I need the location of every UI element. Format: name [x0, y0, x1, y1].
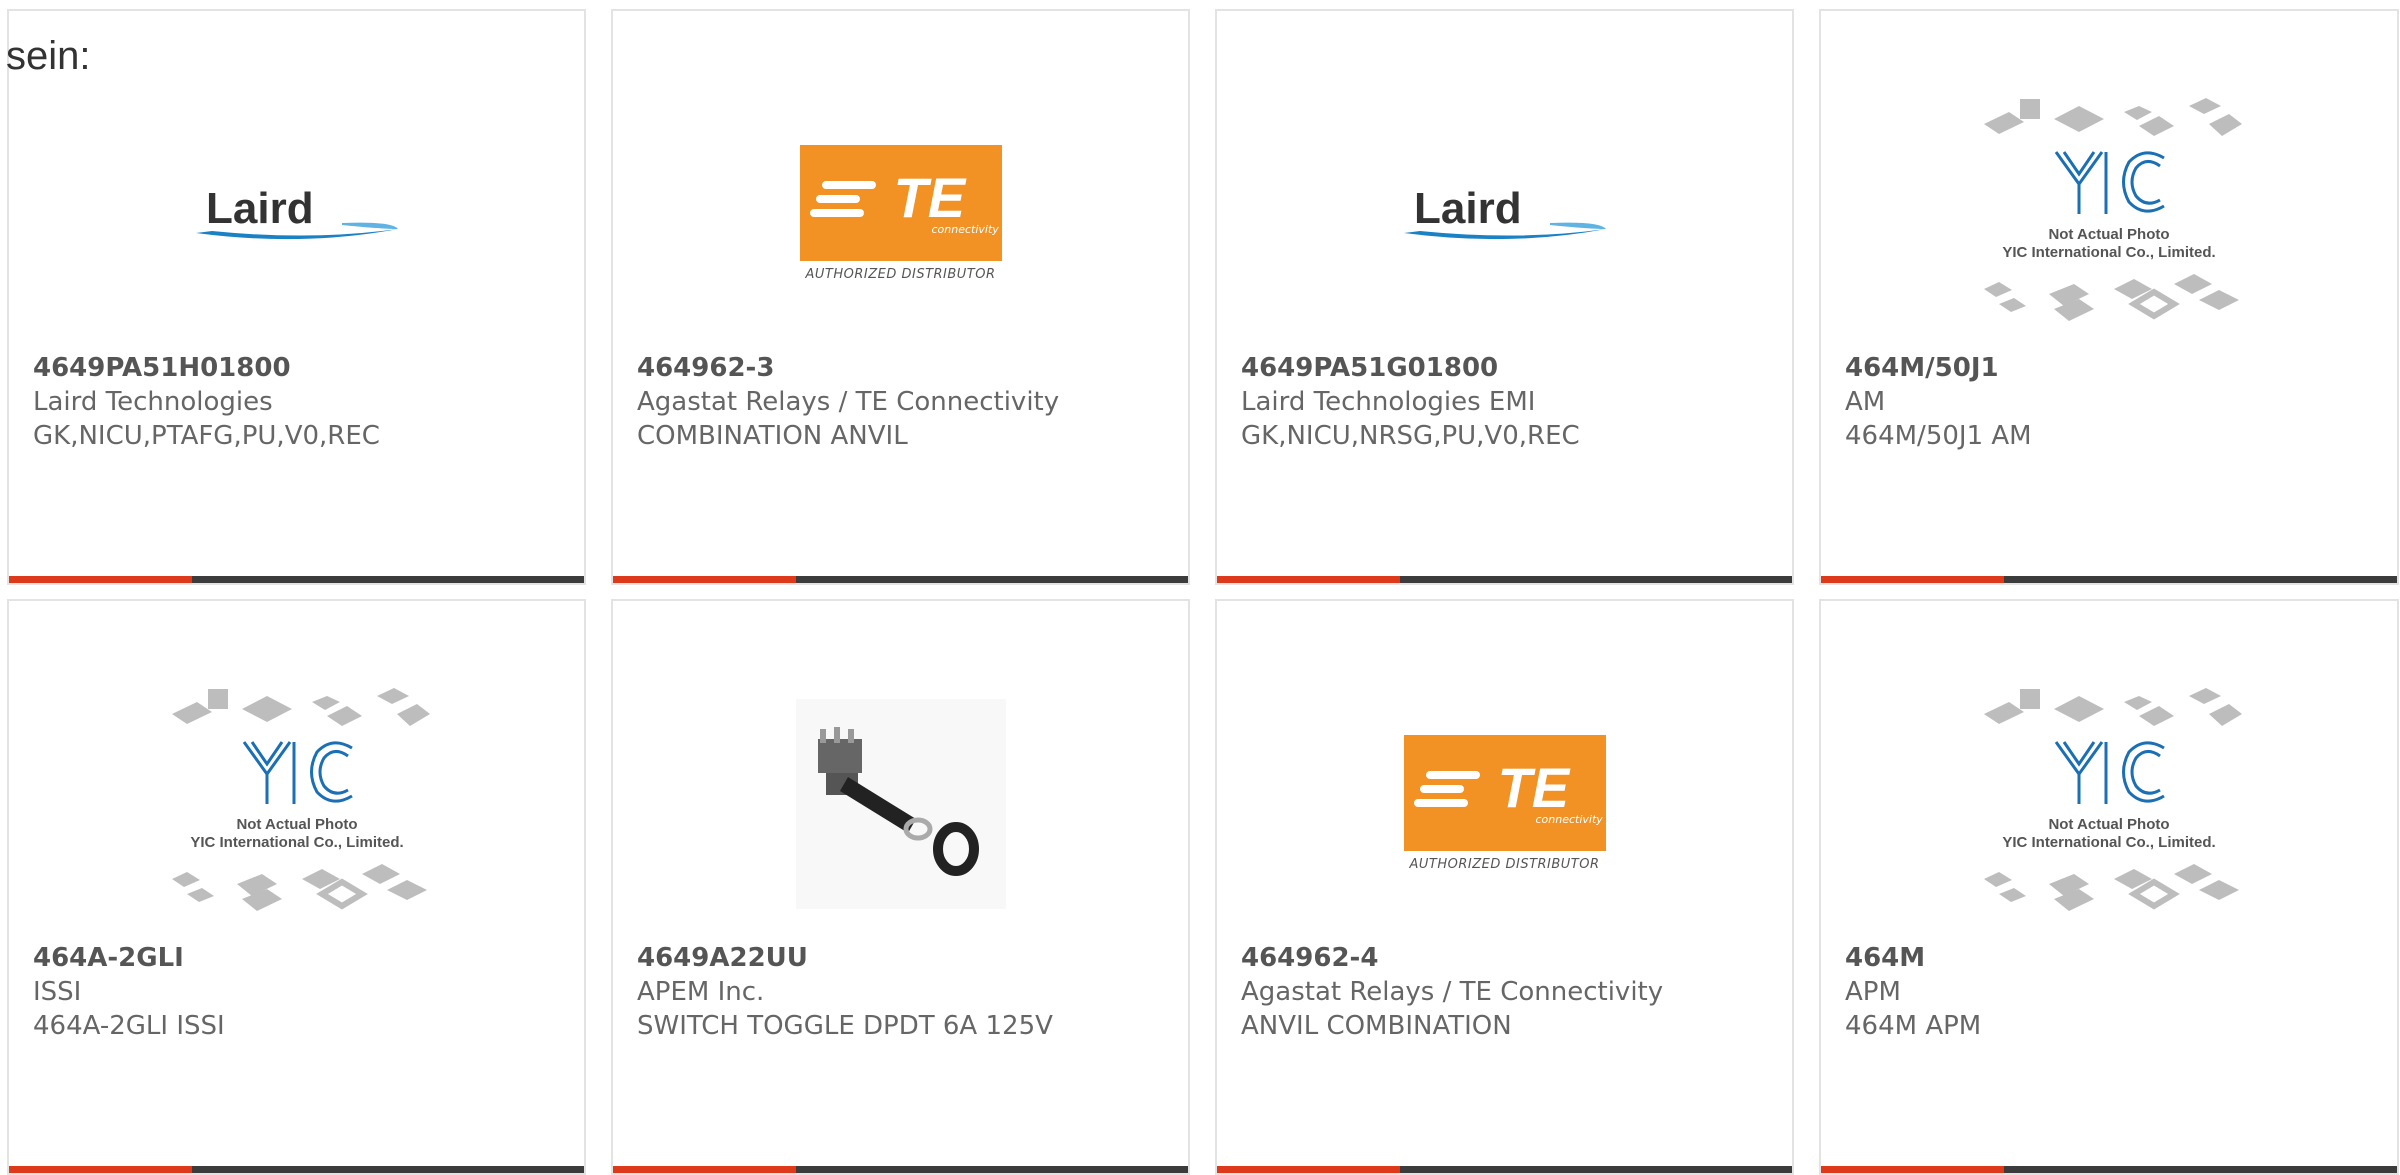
- card-bottom-bar: [613, 576, 1188, 583]
- product-card[interactable]: TE connectivity AUTHORIZED DISTRIBUTOR 4…: [1215, 599, 1794, 1175]
- card-bottom-bar: [1217, 1166, 1792, 1173]
- svg-text:Not Actual Photo: Not Actual Photo: [2048, 226, 2169, 243]
- card-accent-bar: [9, 576, 192, 583]
- laird-logo-text: Laird: [1414, 184, 1522, 233]
- manufacturer: APM: [1845, 977, 1901, 1007]
- product-card[interactable]: TE connectivity AUTHORIZED DISTRIBUTOR 4…: [611, 9, 1190, 585]
- laird-logo: Laird: [192, 181, 402, 251]
- manufacturer: Laird Technologies: [33, 387, 273, 417]
- description: GK,NICU,PTAFG,PU,V0,REC: [33, 421, 380, 451]
- card-accent-bar: [9, 1166, 192, 1173]
- laird-logo: Laird: [1400, 181, 1610, 251]
- svg-text:Not Actual Photo: Not Actual Photo: [2048, 816, 2169, 833]
- card-accent-bar: [1821, 576, 2004, 583]
- product-card[interactable]: Laird 4649PA51H01800 Laird Technologies …: [7, 9, 586, 585]
- product-grid: Laird 4649PA51H01800 Laird Technologies …: [7, 9, 2399, 1175]
- toggle-switch-photo: [795, 699, 1006, 913]
- card-bottom-bar: [9, 1166, 584, 1173]
- part-number[interactable]: 464962-4: [1241, 941, 1776, 975]
- card-bottom-bar: [613, 1166, 1188, 1173]
- svg-text:YIC International Co., Limited: YIC International Co., Limited.: [2002, 834, 2215, 851]
- card-accent-bar: [1821, 1166, 2004, 1173]
- part-number[interactable]: 464A-2GLI: [33, 941, 568, 975]
- manufacturer: ISSI: [33, 977, 82, 1007]
- te-logo: TE connectivity AUTHORIZED DISTRIBUTOR: [799, 145, 1002, 287]
- intro-text: sein:: [6, 34, 91, 78]
- te-logo: TE connectivity AUTHORIZED DISTRIBUTOR: [1403, 735, 1606, 877]
- svg-text:YIC International Co., Limited: YIC International Co., Limited.: [2002, 244, 2215, 261]
- part-number[interactable]: 464M: [1845, 941, 2381, 975]
- description: 464M APM: [1845, 1011, 1982, 1041]
- yic-placeholder-image: Not Actual Photo YIC International Co., …: [162, 684, 432, 928]
- manufacturer: APEM Inc.: [637, 977, 765, 1007]
- description: ANVIL COMBINATION: [1241, 1011, 1512, 1041]
- card-accent-bar: [613, 576, 796, 583]
- card-bottom-bar: [1821, 1166, 2397, 1173]
- yic-placeholder-image: Not Actual Photo YIC International Co., …: [1974, 684, 2244, 928]
- product-image[interactable]: TE connectivity AUTHORIZED DISTRIBUTOR: [613, 81, 1188, 351]
- description: GK,NICU,NRSG,PU,V0,REC: [1241, 421, 1580, 451]
- card-bottom-bar: [9, 576, 584, 583]
- card-accent-bar: [613, 1166, 796, 1173]
- card-bottom-bar: [1821, 576, 2397, 583]
- product-image[interactable]: Not Actual Photo YIC International Co., …: [1821, 81, 2397, 351]
- svg-text:YIC International Co., Limited: YIC International Co., Limited.: [190, 834, 403, 851]
- part-number[interactable]: 464962-3: [637, 351, 1172, 385]
- card-accent-bar: [1217, 1166, 1400, 1173]
- yic-placeholder-image: Not Actual Photo YIC International Co., …: [1974, 94, 2244, 338]
- product-image[interactable]: Laird: [1217, 81, 1792, 351]
- product-image[interactable]: Not Actual Photo YIC International Co., …: [9, 671, 584, 941]
- part-number[interactable]: 464M/50J1: [1845, 351, 2381, 385]
- laird-logo-text: Laird: [206, 184, 314, 233]
- svg-text:Not Actual Photo: Not Actual Photo: [236, 816, 357, 833]
- description: SWITCH TOGGLE DPDT 6A 125V: [637, 1011, 1053, 1041]
- product-image[interactable]: Laird: [9, 81, 584, 351]
- product-card[interactable]: Laird 4649PA51G01800 Laird Technologies …: [1215, 9, 1794, 585]
- manufacturer: AM: [1845, 387, 1886, 417]
- manufacturer: Laird Technologies EMI: [1241, 387, 1536, 417]
- manufacturer: Agastat Relays / TE Connectivity: [1241, 977, 1664, 1007]
- part-number[interactable]: 4649PA51G01800: [1241, 351, 1776, 385]
- part-number[interactable]: 4649A22UU: [637, 941, 1172, 975]
- product-image[interactable]: [613, 671, 1188, 941]
- card-accent-bar: [1217, 576, 1400, 583]
- card-bottom-bar: [1217, 576, 1792, 583]
- manufacturer: Agastat Relays / TE Connectivity: [637, 387, 1060, 417]
- description: 464A-2GLI ISSI: [33, 1011, 225, 1041]
- part-number[interactable]: 4649PA51H01800: [33, 351, 568, 385]
- product-card[interactable]: Not Actual Photo YIC International Co., …: [1819, 599, 2399, 1175]
- description: 464M/50J1 AM: [1845, 421, 2032, 451]
- product-image[interactable]: Not Actual Photo YIC International Co., …: [1821, 671, 2397, 941]
- description: COMBINATION ANVIL: [637, 421, 908, 451]
- product-card[interactable]: Not Actual Photo YIC International Co., …: [1819, 9, 2399, 585]
- product-card[interactable]: Not Actual Photo YIC International Co., …: [7, 599, 586, 1175]
- product-image[interactable]: TE connectivity AUTHORIZED DISTRIBUTOR: [1217, 671, 1792, 941]
- product-card[interactable]: 4649A22UU APEM Inc. SWITCH TOGGLE DPDT 6…: [611, 599, 1190, 1175]
